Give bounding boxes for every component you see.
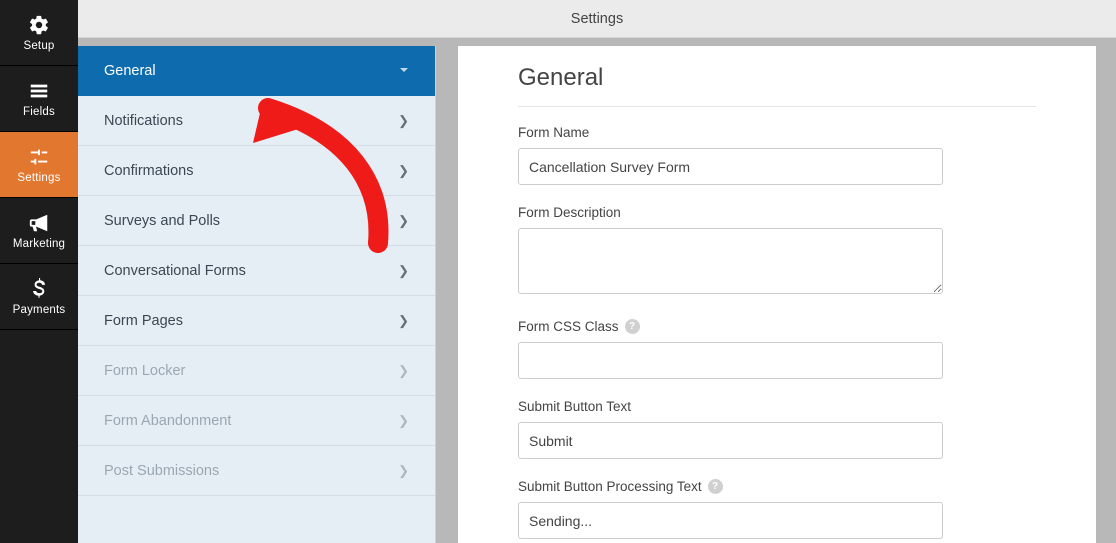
help-icon[interactable]: ? [708, 479, 723, 494]
chevron-right-icon: ❯ [398, 313, 409, 329]
chevron-right-icon: ❯ [398, 463, 409, 479]
side-item-label: Post Submissions [104, 463, 219, 479]
input-form-desc[interactable] [518, 228, 943, 294]
side-item-label: Confirmations [104, 163, 193, 179]
side-item-form-locker[interactable]: Form Locker ❯ [78, 346, 435, 396]
settings-side-panel: General Notifications ❯ Confirmations ❯ … [78, 46, 436, 543]
side-item-label: Surveys and Polls [104, 213, 220, 229]
field-submit-text: Submit Button Text [518, 399, 1036, 459]
content-outer: General Form Name Form Description Form … [436, 38, 1116, 543]
side-item-label: Form Locker [104, 363, 185, 379]
side-item-label: Notifications [104, 113, 183, 129]
sliders-icon [28, 146, 50, 168]
side-item-notifications[interactable]: Notifications ❯ [78, 96, 435, 146]
side-item-confirmations[interactable]: Confirmations ❯ [78, 146, 435, 196]
rail-item-settings[interactable]: Settings [0, 132, 78, 198]
side-item-label: Form Pages [104, 313, 183, 329]
label-form-css: Form CSS Class ? [518, 319, 1036, 334]
side-item-surveys[interactable]: Surveys and Polls ❯ [78, 196, 435, 246]
side-item-general[interactable]: General [78, 46, 435, 96]
page-header: Settings [78, 0, 1116, 38]
chevron-down-icon [399, 63, 409, 78]
page-title: Settings [571, 11, 623, 27]
input-submit-text[interactable] [518, 422, 943, 459]
help-icon[interactable]: ? [625, 319, 640, 334]
stage-wrap: Settings General Notifications ❯ Confirm… [78, 0, 1116, 543]
side-item-label: General [104, 63, 156, 79]
rail-item-payments[interactable]: Payments [0, 264, 78, 330]
rail-item-setup[interactable]: Setup [0, 0, 78, 66]
megaphone-icon [28, 212, 50, 234]
rail-label-payments: Payments [13, 304, 66, 316]
input-form-css[interactable] [518, 342, 943, 379]
side-item-form-abandonment[interactable]: Form Abandonment ❯ [78, 396, 435, 446]
side-item-conversational[interactable]: Conversational Forms ❯ [78, 246, 435, 296]
side-item-label: Form Abandonment [104, 413, 231, 429]
chevron-right-icon: ❯ [398, 413, 409, 429]
app-root: Setup Fields Settings Marketing Payments… [0, 0, 1116, 543]
side-item-post-submissions[interactable]: Post Submissions ❯ [78, 446, 435, 496]
field-submit-proc: Submit Button Processing Text ? [518, 479, 1036, 539]
chevron-right-icon: ❯ [398, 113, 409, 129]
side-item-form-pages[interactable]: Form Pages ❯ [78, 296, 435, 346]
label-text: Submit Button Processing Text [518, 479, 702, 494]
label-form-name: Form Name [518, 125, 1036, 140]
content-heading: General [518, 64, 1036, 107]
label-submit-text: Submit Button Text [518, 399, 1036, 414]
body-row: General Notifications ❯ Confirmations ❯ … [78, 38, 1116, 543]
field-form-name: Form Name [518, 125, 1036, 185]
gear-icon [28, 14, 50, 36]
list-icon [28, 80, 50, 102]
dollar-icon [31, 278, 47, 300]
chevron-right-icon: ❯ [398, 263, 409, 279]
chevron-right-icon: ❯ [398, 163, 409, 179]
rail-label-setup: Setup [23, 40, 54, 52]
rail-label-settings: Settings [17, 172, 60, 184]
chevron-right-icon: ❯ [398, 363, 409, 379]
rail-label-marketing: Marketing [13, 238, 65, 250]
label-text: Form CSS Class [518, 319, 619, 334]
content-panel: General Form Name Form Description Form … [458, 46, 1096, 543]
label-form-desc: Form Description [518, 205, 1036, 220]
field-form-desc: Form Description [518, 205, 1036, 299]
chevron-right-icon: ❯ [398, 213, 409, 229]
field-form-css: Form CSS Class ? [518, 319, 1036, 379]
rail-item-marketing[interactable]: Marketing [0, 198, 78, 264]
rail-item-fields[interactable]: Fields [0, 66, 78, 132]
input-submit-proc[interactable] [518, 502, 943, 539]
side-item-label: Conversational Forms [104, 263, 246, 279]
left-rail: Setup Fields Settings Marketing Payments [0, 0, 78, 543]
label-submit-proc: Submit Button Processing Text ? [518, 479, 1036, 494]
rail-label-fields: Fields [23, 106, 55, 118]
input-form-name[interactable] [518, 148, 943, 185]
